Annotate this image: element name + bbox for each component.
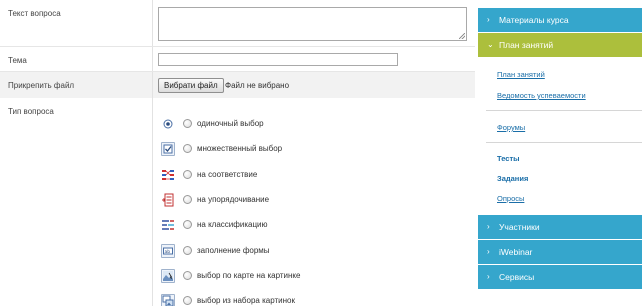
svg-text:ab: ab <box>165 249 171 255</box>
chevron-down-icon: ⌄ <box>487 40 494 49</box>
sidebar-link-gradebook[interactable]: Ведомость успеваемости <box>497 91 586 100</box>
question-text-textarea[interactable] <box>158 7 467 41</box>
sidebar-section-services[interactable]: › Сервисы <box>478 265 642 289</box>
chevron-right-icon: › <box>487 222 490 231</box>
qtype-label: выбор по карте на картинке <box>197 271 301 280</box>
image-map-radio[interactable] <box>183 271 192 280</box>
course-sidebar: › Материалы курса ⌄ План занятий План за… <box>478 8 642 297</box>
chevron-right-icon: › <box>487 247 490 256</box>
fill-form-radio[interactable] <box>183 246 192 255</box>
sidebar-section-label: Материалы курса <box>499 15 569 25</box>
question-type-row: Тип вопроса одиночный выбор множественны… <box>0 98 475 306</box>
qtype-label: на классификацию <box>197 220 268 229</box>
ordering-icon <box>161 193 175 207</box>
classification-radio[interactable] <box>183 220 192 229</box>
sidebar-link-tests[interactable]: Тесты <box>497 154 520 163</box>
file-status-text: Файл не вибрано <box>225 81 290 90</box>
qtype-label: на соответствие <box>197 170 258 179</box>
matching-icon <box>161 168 175 182</box>
qtype-label: на упорядочивание <box>197 195 270 204</box>
question-text-row: Текст вопроса <box>0 0 475 47</box>
qtype-label: множественный выбор <box>197 144 283 153</box>
qtype-fill-form[interactable]: ab заполнение формы <box>161 244 461 260</box>
sidebar-section-label: Участники <box>499 222 540 232</box>
image-map-icon <box>161 269 175 283</box>
image-set-radio[interactable] <box>183 296 192 305</box>
sidebar-section-label: План занятий <box>499 40 554 50</box>
image-set-icon <box>161 294 175 306</box>
chevron-right-icon: › <box>487 15 490 24</box>
qtype-classification[interactable]: на классификацию <box>161 218 461 234</box>
multiple-choice-icon <box>161 142 175 156</box>
question-text-label: Текст вопроса <box>8 9 61 18</box>
classification-icon <box>161 218 175 232</box>
matching-radio[interactable] <box>183 170 192 179</box>
sidebar-link-assignments[interactable]: Задания <box>497 174 528 183</box>
qtype-label: заполнение формы <box>197 246 270 255</box>
sidebar-link-polls[interactable]: Опросы <box>497 194 524 203</box>
sidebar-link-lesson-plan[interactable]: План занятий <box>497 70 545 79</box>
sidebar-divider <box>486 142 642 143</box>
qtype-multiple-choice[interactable]: множественный выбор <box>161 142 461 158</box>
qtype-label: выбор из набора картинок <box>197 296 295 305</box>
attach-file-label: Прикрепить файл <box>8 81 75 90</box>
single-choice-radio[interactable] <box>183 119 192 128</box>
sidebar-section-lesson-plan[interactable]: ⌄ План занятий <box>478 33 642 57</box>
choose-file-button[interactable]: Вибрати файл <box>158 78 224 93</box>
sidebar-section-label: iWebinar <box>499 247 533 257</box>
attach-file-row: Прикрепить файл Вибрати файл Файл не виб… <box>0 72 475 98</box>
question-type-label: Тип вопроса <box>8 107 54 116</box>
chevron-right-icon: › <box>487 272 490 281</box>
single-choice-icon <box>161 117 175 131</box>
qtype-image-set[interactable]: выбор из набора картинок <box>161 294 461 306</box>
topic-label: Тема <box>8 56 27 65</box>
topic-row: Тема <box>0 47 475 72</box>
sidebar-divider <box>486 110 642 111</box>
sidebar-section-iwebinar[interactable]: › iWebinar <box>478 240 642 264</box>
qtype-image-map[interactable]: выбор по карте на картинке <box>161 269 461 285</box>
resize-grip-icon[interactable] <box>459 33 465 39</box>
ordering-radio[interactable] <box>183 195 192 204</box>
sidebar-section-course-materials[interactable]: › Материалы курса <box>478 8 642 32</box>
multiple-choice-radio[interactable] <box>183 144 192 153</box>
qtype-label: одиночный выбор <box>197 119 264 128</box>
qtype-matching[interactable]: на соответствие <box>161 168 461 184</box>
sidebar-section-participants[interactable]: › Участники <box>478 215 642 239</box>
sidebar-section-label: Сервисы <box>499 272 535 282</box>
qtype-ordering[interactable]: на упорядочивание <box>161 193 461 209</box>
sidebar-link-forums[interactable]: Форумы <box>497 123 525 132</box>
fill-form-icon: ab <box>161 244 175 258</box>
question-form: Текст вопроса Тема Прикрепить файл Вибра… <box>0 0 475 306</box>
topic-input[interactable] <box>158 53 398 66</box>
qtype-single-choice[interactable]: одиночный выбор <box>161 117 461 133</box>
